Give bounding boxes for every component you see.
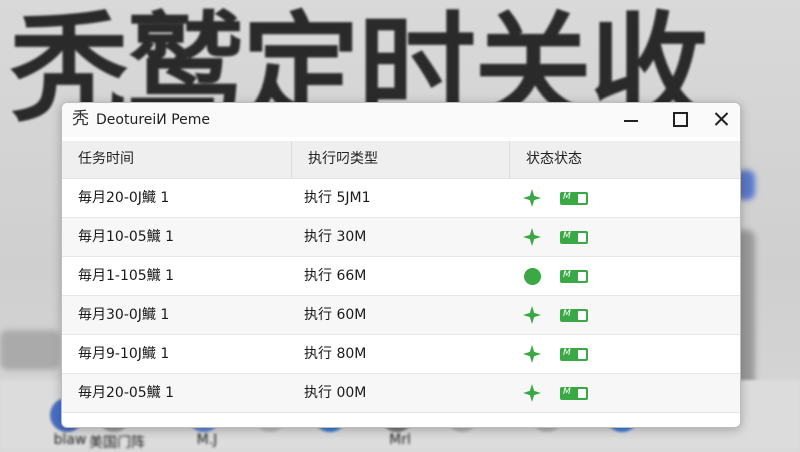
- background-blur-shape: [0, 330, 60, 370]
- title-bar[interactable]: 秃 DeotureiИ Peme: [62, 103, 740, 137]
- status-star-icon: [523, 345, 541, 363]
- table-row[interactable]: 毎月10-05鱵 1 执行 30M M: [62, 218, 740, 257]
- status-toggle[interactable]: M: [560, 192, 588, 205]
- toggle-knob: [578, 311, 586, 320]
- toggle-mark: M: [563, 270, 571, 280]
- table-row[interactable]: 毎月1-105鱵 1 执行 66M M: [62, 257, 740, 296]
- minimize-button[interactable]: [617, 108, 643, 130]
- toggle-mark: M: [563, 387, 571, 397]
- task-time-cell: 毎月20-0J鱵 1: [78, 190, 170, 206]
- taskbar-label: M.J: [196, 432, 218, 448]
- status-toggle[interactable]: M: [560, 231, 588, 244]
- column-header-time[interactable]: 任务时间: [62, 141, 292, 178]
- status-toggle[interactable]: M: [560, 270, 588, 283]
- maximize-icon: [673, 112, 688, 127]
- task-type-cell: 执行 66M: [304, 268, 367, 284]
- toggle-mark: M: [563, 192, 571, 202]
- toggle-knob: [578, 272, 586, 281]
- table-row[interactable]: 毎月20-0J鱵 1 执行 5JM1 M: [62, 179, 740, 218]
- status-toggle[interactable]: M: [560, 387, 588, 400]
- status-star-icon: [523, 228, 541, 246]
- task-time-cell: 毎月1-105鱵 1: [78, 268, 175, 284]
- task-type-cell: 执行 80M: [304, 346, 367, 362]
- status-star-icon: [523, 384, 541, 402]
- toggle-mark: M: [563, 309, 571, 319]
- task-time-cell: 毎月20-05鱵 1: [78, 385, 175, 401]
- toggle-knob: [578, 389, 586, 398]
- status-toggle[interactable]: M: [560, 309, 588, 322]
- close-button[interactable]: [708, 108, 734, 130]
- column-header-type[interactable]: 执行叼类型: [292, 141, 510, 178]
- status-star-icon: [523, 306, 541, 324]
- toggle-mark: M: [563, 348, 571, 358]
- minimize-icon: [624, 120, 638, 122]
- task-type-cell: 执行 30M: [304, 229, 367, 245]
- toggle-knob: [578, 350, 586, 359]
- task-time-cell: 毎月9-10J鱵 1: [78, 346, 170, 362]
- scheduler-window: 秃 DeotureiИ Peme 任务时间 执行叼类型 状态状态 毎月20-0J…: [61, 102, 741, 428]
- task-type-cell: 执行 60M: [304, 307, 367, 323]
- column-header-status[interactable]: 状态状态: [510, 141, 740, 178]
- app-logo-icon: 秃: [72, 109, 89, 129]
- table-row[interactable]: 毎月9-10J鱵 1 执行 80M M: [62, 335, 740, 374]
- taskbar-label: 美国门阵: [89, 435, 145, 451]
- status-star-icon: [523, 189, 541, 207]
- status-dot-icon: [524, 268, 541, 285]
- table-header: 任务时间 执行叼类型 状态状态: [62, 141, 740, 179]
- table-row[interactable]: 毎月20-05鱵 1 执行 00M M: [62, 374, 740, 413]
- task-type-cell: 执行 00M: [304, 385, 367, 401]
- status-toggle[interactable]: M: [560, 348, 588, 361]
- window-title: DeotureiИ Peme: [96, 112, 211, 128]
- task-type-cell: 执行 5JM1: [304, 190, 371, 206]
- toggle-knob: [578, 233, 586, 242]
- taskbar-label: Mrl: [389, 432, 411, 448]
- maximize-button[interactable]: [666, 108, 692, 130]
- table-row[interactable]: 毎月30-0J鱵 1 执行 60M M: [62, 296, 740, 335]
- task-time-cell: 毎月10-05鱵 1: [78, 229, 175, 245]
- toggle-knob: [578, 194, 586, 203]
- task-time-cell: 毎月30-0J鱵 1: [78, 307, 170, 323]
- toggle-mark: M: [563, 231, 571, 241]
